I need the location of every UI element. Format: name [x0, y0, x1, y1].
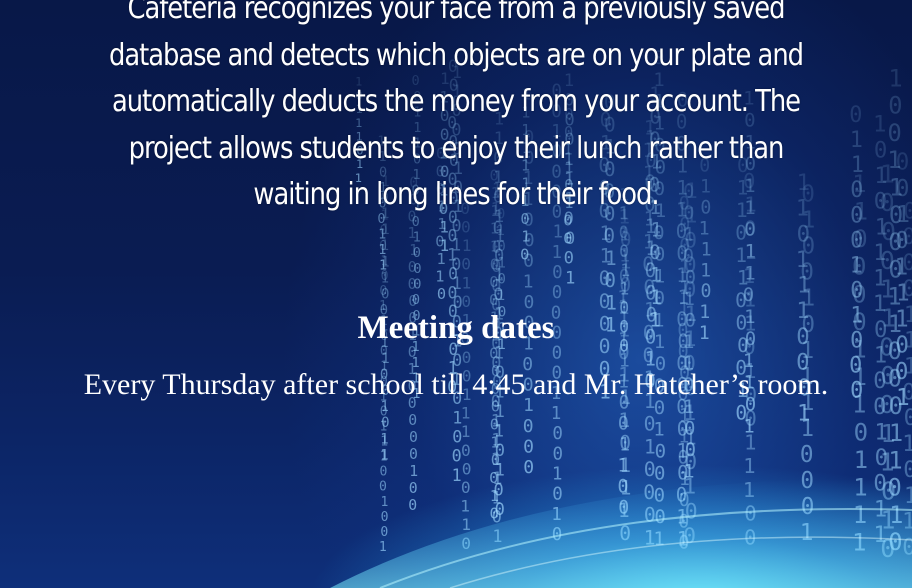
meeting-dates-details: Every Thursday after school till 4:45 an… — [83, 368, 829, 401]
project-description: Cafeteria recognizes your face from a pr… — [108, 0, 804, 212]
meeting-dates-heading: Meeting dates — [357, 310, 555, 346]
slide: 1000110000101100011001101000001100001010… — [0, 0, 912, 588]
slide-content: Cafeteria recognizes your face from a pr… — [0, 0, 912, 588]
